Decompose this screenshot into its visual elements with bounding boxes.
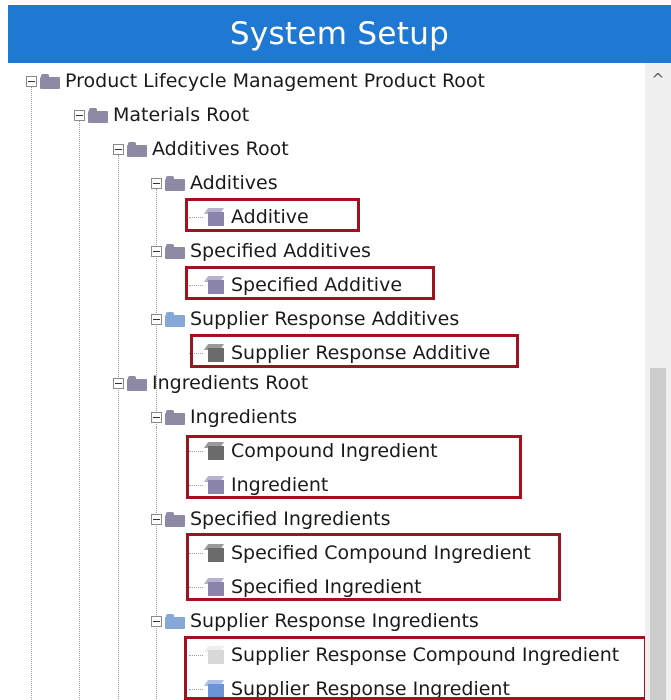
tree-node-label: Specified Additives <box>190 240 371 262</box>
tree-node-additives-root[interactable]: Additives Root <box>113 134 289 164</box>
tree-node-supplier-response-additives[interactable]: Supplier Response Additives <box>151 304 459 334</box>
tree-node-label: Additives <box>190 172 278 194</box>
tree-node-ingredients-root[interactable]: Ingredients Root <box>113 368 308 398</box>
tree-node-label: Supplier Response Ingredients <box>190 610 479 632</box>
folder-blue-icon <box>165 311 185 327</box>
highlight-box <box>186 435 522 499</box>
tree-node-specified-additives[interactable]: Specified Additives <box>151 236 371 266</box>
collapse-icon[interactable] <box>151 245 162 257</box>
scroll-up-icon[interactable]: ^ <box>645 69 671 89</box>
collapse-icon[interactable] <box>113 377 124 389</box>
folder-icon <box>127 375 147 391</box>
tree-node-label: Ingredients <box>190 406 298 428</box>
tree-guide <box>118 155 119 700</box>
collapse-icon[interactable] <box>26 75 37 87</box>
tree-node-plm-root[interactable]: Product Lifecycle Management Product Roo… <box>26 66 485 96</box>
tree-view[interactable]: Product Lifecycle Management Product Roo… <box>8 63 671 700</box>
folder-icon <box>165 243 185 259</box>
folder-icon <box>40 73 60 89</box>
collapse-icon[interactable] <box>151 313 162 325</box>
folder-icon <box>165 409 185 425</box>
highlight-box <box>186 533 561 601</box>
tree-node-label: Product Lifecycle Management Product Roo… <box>65 70 485 92</box>
collapse-icon[interactable] <box>113 143 124 155</box>
highlight-box <box>184 636 647 700</box>
collapse-icon[interactable] <box>151 615 162 627</box>
tree-node-label: Supplier Response Additives <box>190 308 460 330</box>
folder-icon <box>165 175 185 191</box>
scroll-thumb[interactable] <box>650 368 666 700</box>
tree-node-label: Ingredients Root <box>152 372 309 394</box>
tree-node-supplier-response-ingredients[interactable]: Supplier Response Ingredients <box>151 606 479 636</box>
tree-node-label: Specified Ingredients <box>190 508 391 530</box>
collapse-icon[interactable] <box>151 513 162 525</box>
vertical-scrollbar[interactable]: ^ <box>645 63 671 700</box>
tree-node-materials-root[interactable]: Materials Root <box>74 100 249 130</box>
tree-guide <box>156 427 157 700</box>
tree-node-label: Materials Root <box>113 104 250 126</box>
folder-icon <box>127 141 147 157</box>
collapse-icon[interactable] <box>74 109 85 121</box>
folder-blue-icon <box>165 613 185 629</box>
tree-guide <box>31 87 32 700</box>
collapse-icon[interactable] <box>151 411 162 423</box>
window-title: System Setup <box>8 5 671 63</box>
highlight-box <box>185 198 360 232</box>
system-setup-window: System Setup Product Lifecycle Managemen… <box>0 0 671 700</box>
collapse-icon[interactable] <box>151 177 162 189</box>
tree-node-ingredients[interactable]: Ingredients <box>151 402 297 432</box>
tree-node-label: Additives Root <box>152 138 289 160</box>
tree-guide <box>79 121 80 700</box>
highlight-box <box>190 334 519 368</box>
tree-node-additives[interactable]: Additives <box>151 168 278 198</box>
folder-icon <box>165 511 185 527</box>
folder-icon <box>88 107 108 123</box>
highlight-box <box>185 266 435 300</box>
tree-node-specified-ingredients[interactable]: Specified Ingredients <box>151 504 391 534</box>
